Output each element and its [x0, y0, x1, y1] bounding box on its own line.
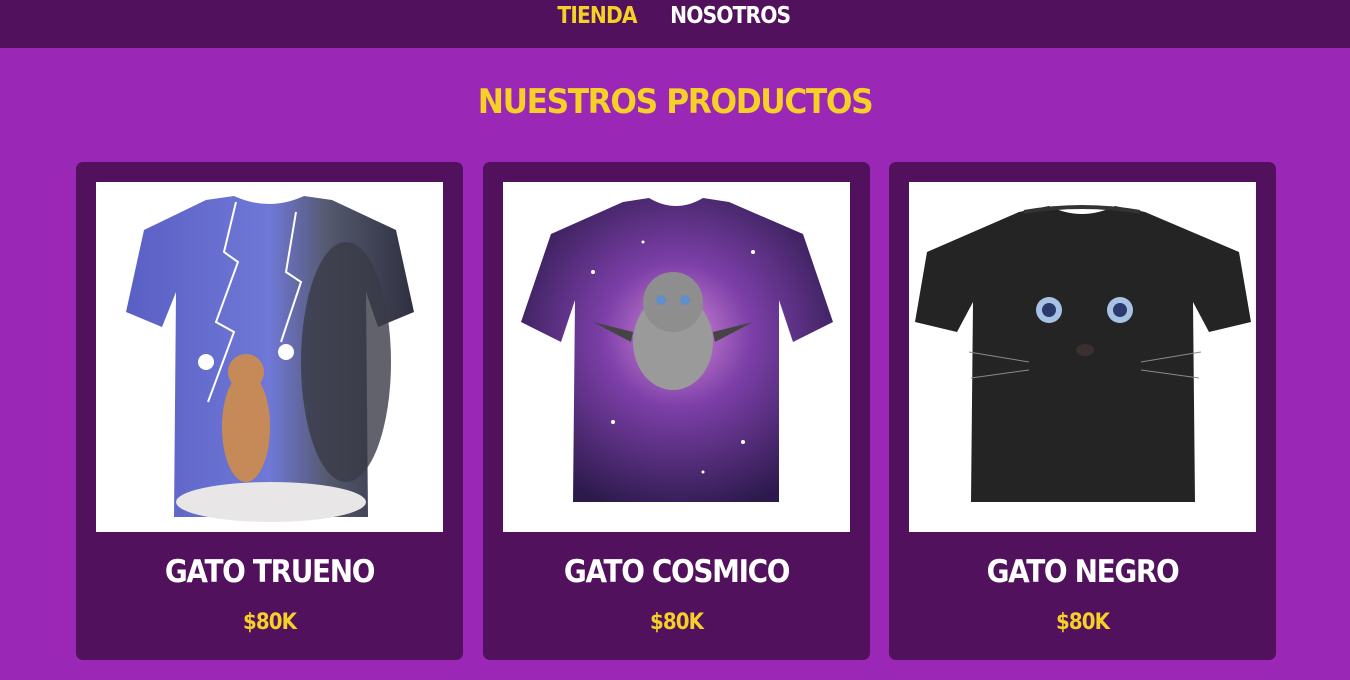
product-price: $80K: [649, 610, 704, 635]
product-name: GATO TRUENO: [164, 554, 376, 590]
product-card-gato-negro[interactable]: GATO NEGRO $80K: [889, 162, 1276, 660]
thunder-cat-tshirt-illustration: [126, 196, 414, 522]
product-name: GATO COSMICO: [563, 554, 791, 590]
product-card-gato-cosmico[interactable]: GATO COSMICO $80K: [483, 162, 870, 660]
nav-link-tienda[interactable]: TIENDA: [557, 2, 637, 30]
product-card-gato-trueno[interactable]: GATO TRUENO $80K: [76, 162, 463, 660]
product-image-black-cat[interactable]: [909, 182, 1256, 532]
cosmic-cat-tshirt-illustration: [521, 198, 833, 502]
top-navbar: TIENDA NOSOTROS: [0, 0, 1350, 48]
product-price: $80K: [1055, 610, 1110, 635]
nav-link-nosotros[interactable]: NOSOTROS: [670, 2, 791, 30]
product-image-cosmic-cat[interactable]: [503, 182, 850, 532]
product-price: $80K: [242, 610, 297, 635]
product-name: GATO NEGRO: [986, 554, 1180, 590]
product-image-thunder-cat[interactable]: [96, 182, 443, 532]
page-title: NUESTROS PRODUCTOS: [477, 82, 874, 122]
black-cat-tshirt-illustration: [915, 205, 1251, 502]
